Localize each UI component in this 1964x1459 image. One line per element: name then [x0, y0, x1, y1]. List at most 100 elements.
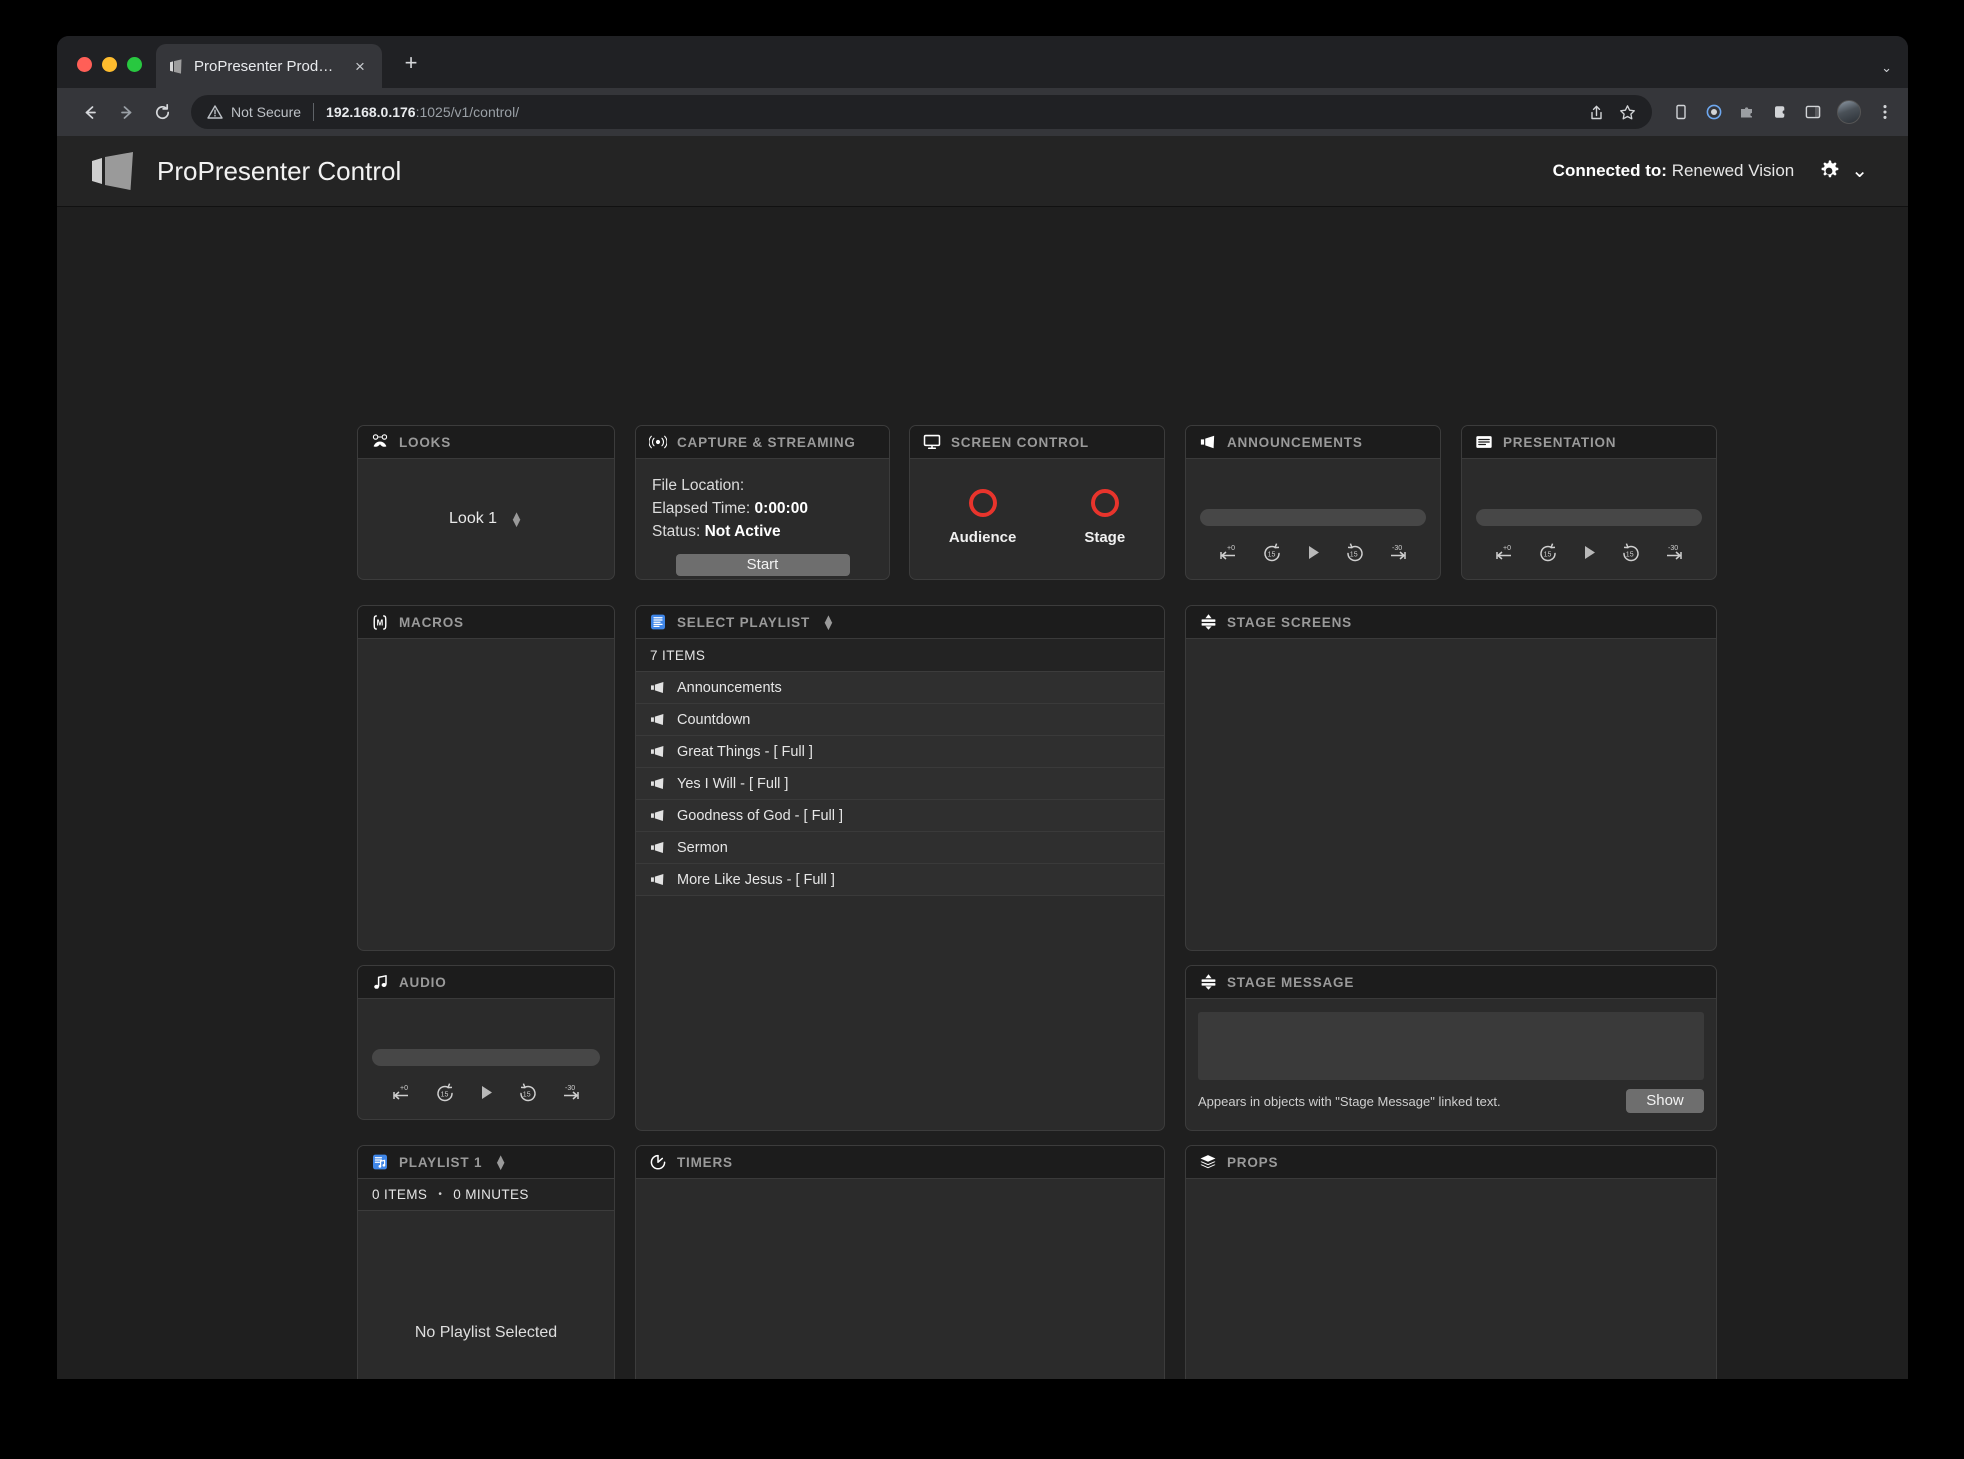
browser-tab[interactable]: ProPresenter Producer × — [156, 44, 382, 88]
panel-header-playlist-1[interactable]: PLAYLIST 1 ▲ ▼ — [358, 1146, 614, 1179]
screen-state-indicator-icon — [1090, 489, 1119, 517]
announcements-progress-slider[interactable] — [1200, 509, 1426, 526]
playlist-items-list: Announcements Countdown Great Things - [… — [636, 672, 1164, 896]
panel-body-screen-control: Audience Stage — [910, 459, 1164, 579]
close-window-button[interactable] — [77, 57, 92, 72]
playlist-items-count: 7 ITEMS — [636, 639, 1164, 672]
forward-15-icon[interactable]: 15 — [1620, 542, 1641, 562]
reading-list-icon[interactable] — [1672, 103, 1690, 121]
play-icon[interactable] — [1305, 543, 1322, 562]
start-capture-button[interactable]: Start — [675, 553, 850, 576]
new-tab-button[interactable]: + — [398, 52, 424, 74]
macro-bracket-m-icon: M — [371, 613, 389, 631]
presentation-progress-slider[interactable] — [1476, 509, 1702, 526]
screen-toggle-stage[interactable]: Stage — [1084, 489, 1125, 546]
skip-to-start-plus-0-icon[interactable]: +0 — [1218, 542, 1240, 562]
profile-sync-icon[interactable] — [1705, 103, 1723, 121]
panel-title-stage-screens: STAGE SCREENS — [1227, 614, 1352, 630]
list-item[interactable]: Yes I Will - [ Full ] — [636, 768, 1164, 800]
propresenter-control-page: ProPresenter Control Connected to: Renew… — [57, 136, 1908, 1379]
rewind-15-icon[interactable]: 15 — [1262, 542, 1283, 562]
list-item[interactable]: More Like Jesus - [ Full ] — [636, 864, 1164, 896]
announcements-transport-controls: +0 15 15 -30 — [1186, 542, 1440, 562]
show-stage-message-button[interactable]: Show — [1626, 1089, 1704, 1113]
screen-toggle-audience[interactable]: Audience — [949, 489, 1016, 546]
chevron-down-icon[interactable]: ⌄ — [1881, 60, 1892, 76]
list-item[interactable]: Countdown — [636, 704, 1164, 736]
close-icon[interactable]: × — [350, 58, 370, 75]
extensions-icon[interactable] — [1771, 103, 1789, 121]
extension-puzzle-icon[interactable] — [1738, 103, 1756, 121]
panel-body-select-playlist: 7 ITEMS Announcements Countdown Great Th… — [636, 639, 1164, 1130]
skip-to-end-minus-30-icon[interactable]: -30 — [560, 1082, 582, 1102]
status-label: Status: — [652, 522, 701, 540]
svg-text:15: 15 — [1349, 552, 1357, 559]
chevron-down-icon: ⌄ — [1851, 160, 1868, 182]
panel-title-select-playlist: SELECT PLAYLIST — [677, 614, 811, 630]
settings-menu-button[interactable]: ⌄ — [1816, 158, 1868, 184]
list-item[interactable]: Goodness of God - [ Full ] — [636, 800, 1164, 832]
tab-title: ProPresenter Producer — [194, 57, 341, 75]
stage-message-input[interactable] — [1198, 1012, 1704, 1080]
bookmark-star-icon[interactable] — [1619, 104, 1636, 121]
connected-name: Renewed Vision — [1671, 161, 1795, 180]
panel-macros: M MACROS — [357, 605, 615, 951]
forward-15-icon[interactable]: 15 — [517, 1082, 538, 1102]
list-item-label: Countdown — [677, 711, 751, 728]
broadcast-icon — [649, 433, 667, 451]
panel-title-timers: TIMERS — [677, 1154, 733, 1170]
back-button[interactable] — [75, 97, 105, 127]
skip-to-end-minus-30-icon[interactable]: -30 — [1387, 542, 1409, 562]
presentation-item-icon — [650, 809, 666, 822]
list-item[interactable]: Sermon — [636, 832, 1164, 864]
svg-text:15: 15 — [522, 1092, 530, 1099]
rewind-15-icon[interactable]: 15 — [1538, 542, 1559, 562]
svg-text:M: M — [377, 618, 384, 627]
layers-icon — [1199, 1153, 1217, 1171]
skip-to-start-plus-0-icon[interactable]: +0 — [391, 1082, 413, 1102]
panel-body-audio: +0 15 15 -30 — [358, 999, 614, 1119]
look-selector[interactable]: Look 1 ▲ ▼ — [358, 509, 614, 529]
play-icon[interactable] — [1581, 543, 1598, 562]
address-bar[interactable]: Not Secure 192.168.0.176:1025/v1/control… — [191, 95, 1652, 129]
play-icon[interactable] — [478, 1083, 495, 1102]
forward-15-icon[interactable]: 15 — [1344, 542, 1365, 562]
minimize-window-button[interactable] — [102, 57, 117, 72]
rewind-15-icon[interactable]: 15 — [435, 1082, 456, 1102]
presentation-item-icon — [650, 681, 666, 694]
reload-button[interactable] — [147, 97, 177, 127]
panel-body-presentation: +0 15 15 -30 — [1462, 459, 1716, 579]
chevron-updown-icon[interactable]: ▲ ▼ — [494, 1152, 507, 1172]
maximize-window-button[interactable] — [127, 57, 142, 72]
avatar[interactable] — [1837, 100, 1861, 124]
list-item[interactable]: Great Things - [ Full ] — [636, 736, 1164, 768]
skip-to-end-minus-30-icon[interactable]: -30 — [1663, 542, 1685, 562]
skip-to-start-plus-0-icon[interactable]: +0 — [1494, 542, 1516, 562]
panel-capture-streaming: CAPTURE & STREAMING File Location: Elaps… — [635, 425, 890, 580]
share-icon[interactable] — [1588, 104, 1605, 121]
window-traffic-lights — [57, 57, 156, 88]
panel-announcements: ANNOUNCEMENTS +0 15 15 -30 — [1185, 425, 1441, 580]
panel-title-props: PROPS — [1227, 1154, 1279, 1170]
chevron-updown-icon[interactable]: ▲ ▼ — [510, 509, 523, 529]
gear-icon — [1816, 158, 1842, 184]
side-panel-icon[interactable] — [1804, 103, 1822, 121]
panel-select-playlist: SELECT PLAYLIST ▲ ▼ 7 ITEMS Announcements… — [635, 605, 1165, 1131]
list-item[interactable]: Announcements — [636, 672, 1164, 704]
chevron-updown-icon[interactable]: ▲ ▼ — [822, 612, 835, 632]
browser-window: ProPresenter Producer × + ⌄ Not Secure 1… — [57, 36, 1908, 1379]
panel-screen-control: SCREEN CONTROL Audience Stage — [909, 425, 1165, 580]
presentation-item-icon — [650, 841, 666, 854]
capture-info: File Location: Elapsed Time: 0:00:00 Sta… — [636, 459, 889, 544]
kebab-menu-icon[interactable] — [1876, 103, 1894, 121]
playlist-document-icon — [649, 613, 667, 631]
svg-text:-30: -30 — [1668, 545, 1678, 552]
panel-title-stage-message: STAGE MESSAGE — [1227, 974, 1355, 990]
panel-header-select-playlist[interactable]: SELECT PLAYLIST ▲ ▼ — [636, 606, 1164, 639]
forward-button[interactable] — [111, 97, 141, 127]
presentation-item-icon — [650, 745, 666, 758]
screen-toggles: Audience Stage — [910, 459, 1164, 546]
panel-body-timers — [636, 1179, 1164, 1379]
audio-progress-slider[interactable] — [372, 1049, 600, 1066]
panel-timers: TIMERS — [635, 1145, 1165, 1379]
